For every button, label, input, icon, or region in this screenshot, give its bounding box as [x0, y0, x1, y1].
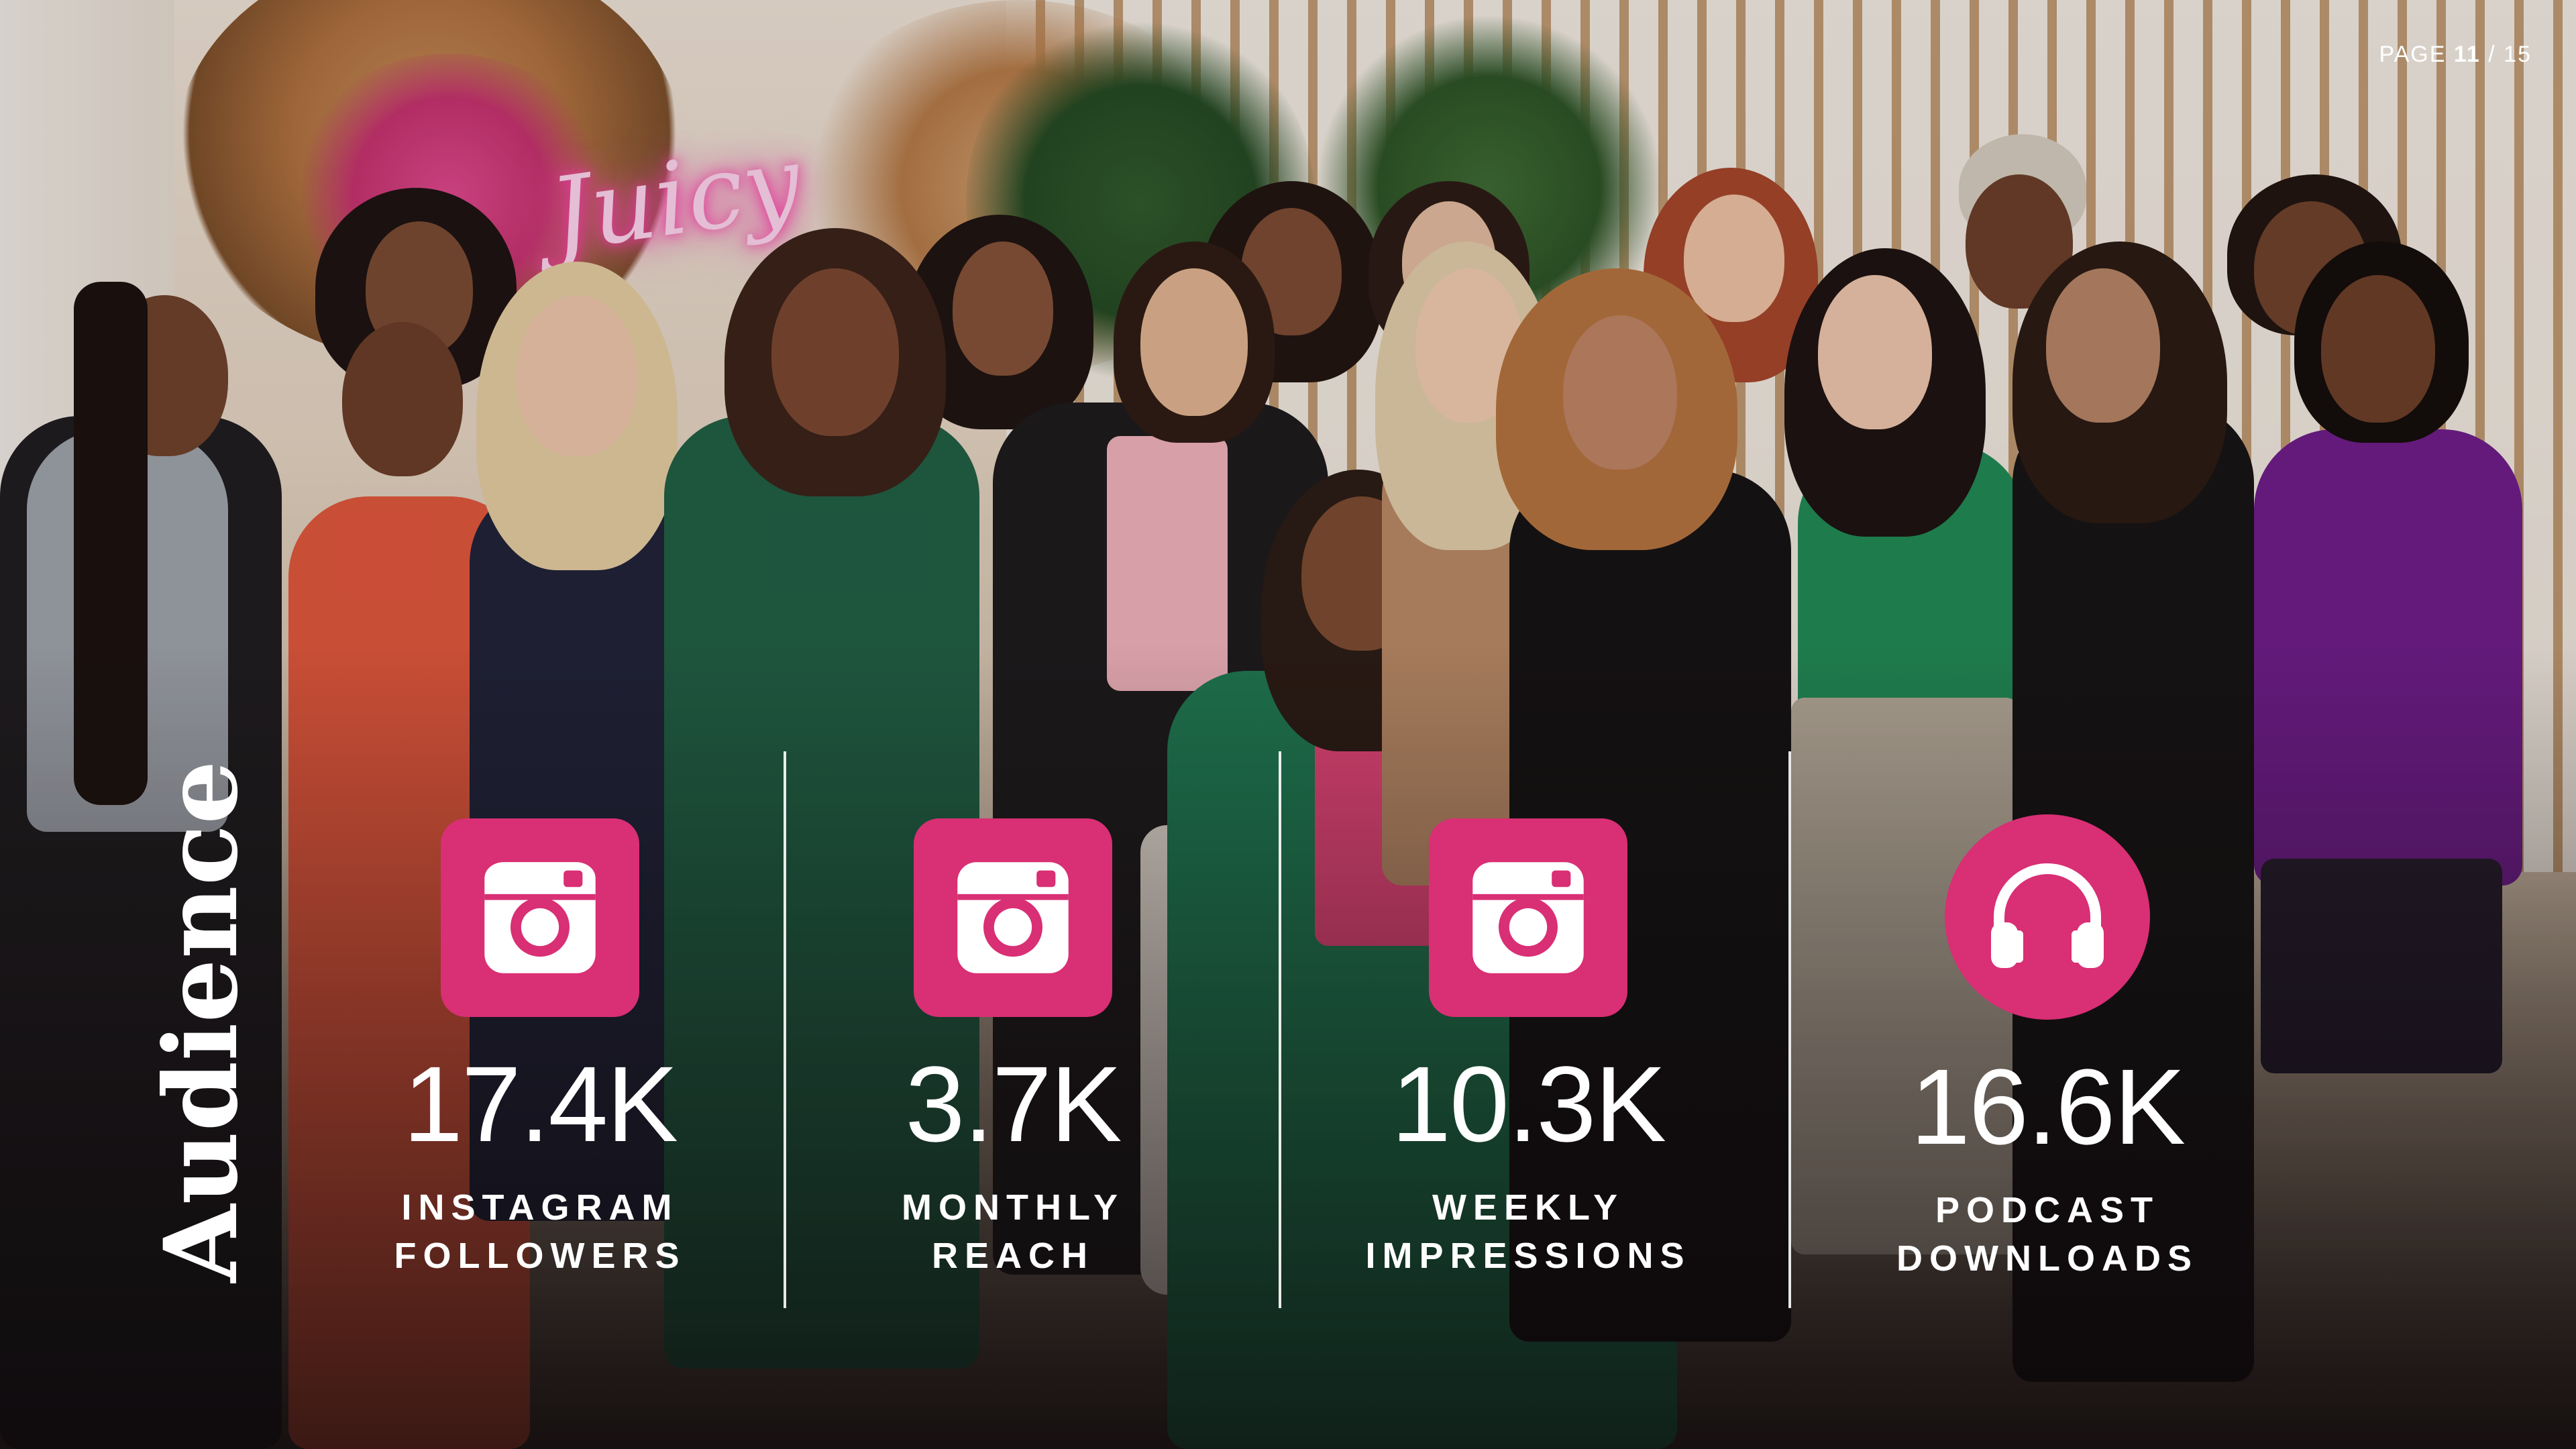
page-title: Audience: [142, 760, 260, 1283]
stat-value: 16.6K: [1910, 1046, 2186, 1167]
stat-label: INSTAGRAM FOLLOWERS: [394, 1187, 686, 1276]
page-total: 15: [2504, 42, 2532, 67]
page-label: PAGE: [2379, 42, 2447, 67]
page-separator: /: [2488, 42, 2496, 67]
audience-slide: Juicy PAGE 11 / 15 Audience 17.4K INSTAG…: [0, 0, 2576, 1449]
page-indicator: PAGE 11 / 15: [2379, 42, 2532, 68]
headphones-icon: [1945, 814, 2150, 1020]
stat-label: MONTHLY REACH: [901, 1187, 1124, 1276]
stat-monthly-reach: 3.7K MONTHLY REACH: [778, 818, 1248, 1280]
stat-divider: [1279, 751, 1281, 1308]
page-current: 11: [2453, 42, 2481, 67]
stat-weekly-impressions: 10.3K WEEKLY IMPRESSIONS: [1293, 818, 1763, 1280]
instagram-icon: [441, 818, 639, 1017]
instagram-icon: [914, 818, 1112, 1017]
stat-divider: [1788, 751, 1791, 1308]
stat-value: 3.7K: [905, 1044, 1122, 1164]
stat-value: 10.3K: [1391, 1044, 1666, 1164]
stat-label: WEEKLY IMPRESSIONS: [1365, 1187, 1691, 1276]
instagram-icon: [1429, 818, 1627, 1017]
stat-label: PODCAST DOWNLOADS: [1896, 1190, 2198, 1279]
stat-instagram-followers: 17.4K INSTAGRAM FOLLOWERS: [305, 818, 775, 1280]
stat-value: 17.4K: [402, 1044, 678, 1164]
stat-podcast-downloads: 16.6K PODCAST DOWNLOADS: [1813, 814, 2282, 1283]
